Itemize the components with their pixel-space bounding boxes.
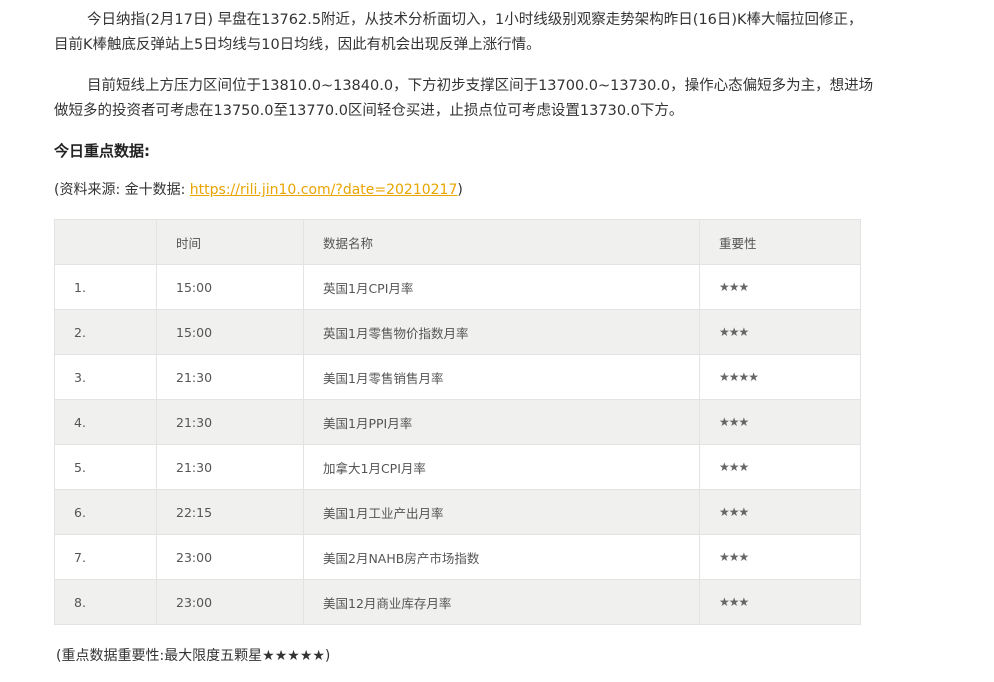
economic-data-table: 时间 数据名称 重要性 1. 15:00 英国1月CPI月率 ★★★ 2. 15… — [54, 219, 861, 625]
row-index: 1. — [54, 264, 157, 310]
row-importance-stars: ★★★ — [699, 309, 861, 355]
table-row: 1. 15:00 英国1月CPI月率 ★★★ — [54, 264, 861, 310]
row-importance-stars: ★★★★ — [699, 354, 861, 400]
article-body: 今日纳指(2月17日) 早盘在13762.5附近，从技术分析面切入，1小时线级别… — [0, 0, 994, 682]
row-time: 23:00 — [156, 534, 304, 580]
header-importance: 重要性 — [699, 219, 861, 265]
table-row: 2. 15:00 英国1月零售物价指数月率 ★★★ — [54, 309, 861, 355]
row-index: 2. — [54, 309, 157, 355]
row-data-name: 英国1月CPI月率 — [303, 264, 700, 310]
row-data-name: 美国2月NAHB房产市场指数 — [303, 534, 700, 580]
header-data-name: 数据名称 — [303, 219, 700, 265]
table-row: 3. 21:30 美国1月零售销售月率 ★★★★ — [54, 354, 861, 400]
row-importance-stars: ★★★ — [699, 399, 861, 445]
row-index: 4. — [54, 399, 157, 445]
header-time: 时间 — [156, 219, 304, 265]
row-time: 15:00 — [156, 264, 304, 310]
row-index: 8. — [54, 579, 157, 625]
row-data-name: 美国1月PPI月率 — [303, 399, 700, 445]
row-data-name: 加拿大1月CPI月率 — [303, 444, 700, 490]
table-row: 6. 22:15 美国1月工业产出月率 ★★★ — [54, 489, 861, 535]
row-importance-stars: ★★★ — [699, 534, 861, 580]
row-importance-stars: ★★★ — [699, 444, 861, 490]
table-row: 4. 21:30 美国1月PPI月率 ★★★ — [54, 399, 861, 445]
source-suffix: ) — [457, 182, 463, 198]
row-time: 15:00 — [156, 309, 304, 355]
analysis-paragraph-1: 今日纳指(2月17日) 早盘在13762.5附近，从技术分析面切入，1小时线级别… — [54, 12, 863, 53]
row-time: 21:30 — [156, 444, 304, 490]
row-importance-stars: ★★★ — [699, 264, 861, 310]
row-time: 21:30 — [156, 354, 304, 400]
header-index — [54, 219, 157, 265]
table-header-row: 时间 数据名称 重要性 — [54, 219, 861, 265]
row-importance-stars: ★★★ — [699, 579, 861, 625]
row-index: 7. — [54, 534, 157, 580]
row-index: 5. — [54, 444, 157, 490]
key-data-heading: 今日重点数据: — [54, 142, 150, 160]
row-importance-stars: ★★★ — [699, 489, 861, 535]
row-data-name: 美国1月零售销售月率 — [303, 354, 700, 400]
table-row: 8. 23:00 美国12月商业库存月率 ★★★ — [54, 579, 861, 625]
analysis-paragraph-2: 目前短线上方压力区间位于13810.0~13840.0，下方初步支撑区间于137… — [54, 78, 874, 119]
row-index: 6. — [54, 489, 157, 535]
row-index: 3. — [54, 354, 157, 400]
table-row: 5. 21:30 加拿大1月CPI月率 ★★★ — [54, 444, 861, 490]
source-link[interactable]: https://rili.jin10.com/?date=20210217 — [190, 182, 458, 198]
importance-note: (重点数据重要性:最大限度五颗星★★★★★) — [56, 648, 331, 664]
row-time: 21:30 — [156, 399, 304, 445]
data-source-line: (资料来源: 金十数据: https://rili.jin10.com/?dat… — [54, 179, 463, 201]
table-row: 7. 23:00 美国2月NAHB房产市场指数 ★★★ — [54, 534, 861, 580]
row-data-name: 英国1月零售物价指数月率 — [303, 309, 700, 355]
row-data-name: 美国12月商业库存月率 — [303, 579, 700, 625]
source-prefix: (资料来源: 金十数据: — [54, 182, 190, 198]
row-time: 22:15 — [156, 489, 304, 535]
row-data-name: 美国1月工业产出月率 — [303, 489, 700, 535]
row-time: 23:00 — [156, 579, 304, 625]
